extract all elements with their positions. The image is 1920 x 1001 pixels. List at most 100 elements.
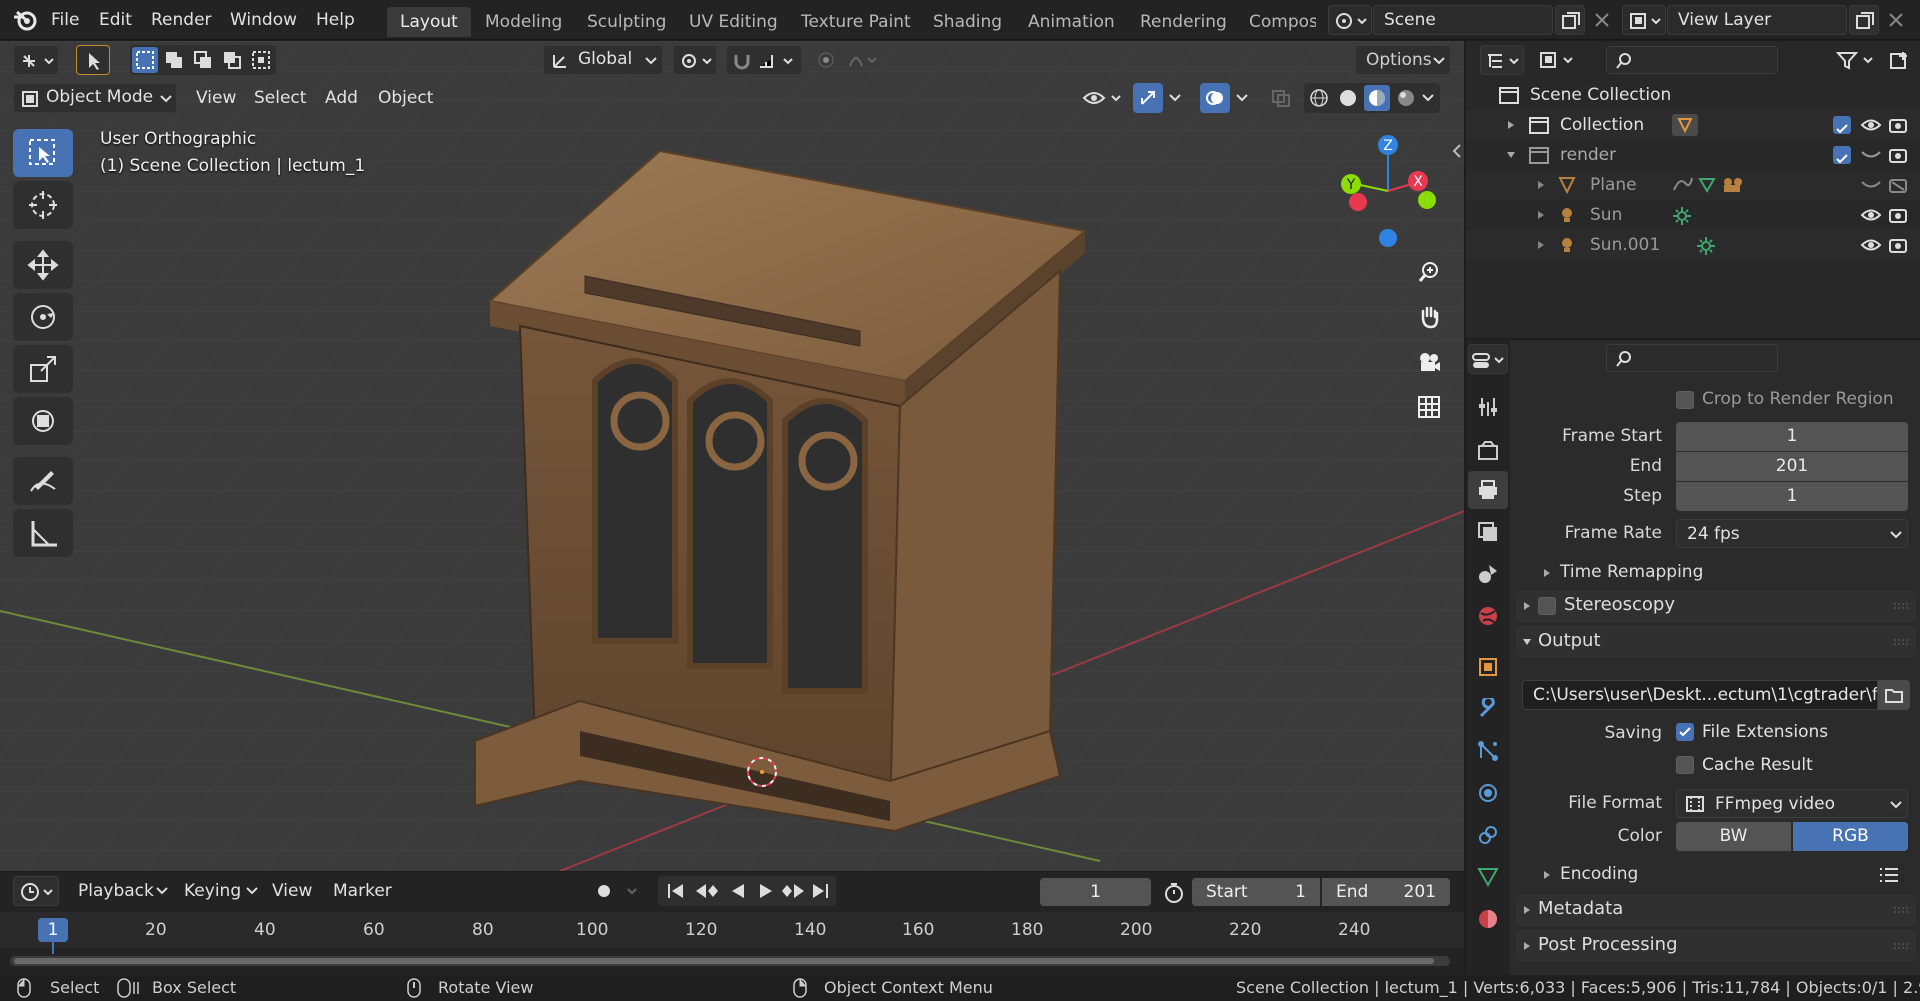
expand-arrow-icon[interactable] <box>1536 180 1546 190</box>
timeline-marker-menu[interactable]: Marker <box>323 876 402 906</box>
playhead[interactable]: 1 <box>38 918 68 942</box>
playback-menu[interactable]: Playback <box>68 876 172 906</box>
properties-editor-type-button[interactable] <box>1468 344 1508 374</box>
frame-start-field[interactable]: 1 <box>1676 422 1908 451</box>
rendered-shading-button[interactable] <box>1393 85 1419 111</box>
outliner-row-render[interactable]: render <box>1466 140 1920 170</box>
material-shading-button[interactable] <box>1364 85 1390 111</box>
blender-logo-icon[interactable] <box>12 8 38 32</box>
expand-arrow-icon[interactable] <box>1536 210 1546 220</box>
3d-viewport[interactable]: Z X Y Global Options Object Mode View Se… <box>0 41 1464 871</box>
render-camera-icon[interactable] <box>1888 236 1908 254</box>
tab-animation[interactable]: Animation <box>1015 7 1128 37</box>
options-dropdown[interactable]: Options <box>1355 45 1451 75</box>
tab-uv-editing[interactable]: UV Editing <box>676 7 791 37</box>
play-reverse-icon[interactable] <box>728 882 748 900</box>
jump-end-icon[interactable] <box>810 882 830 900</box>
solid-shading-button[interactable] <box>1335 85 1361 111</box>
new-scene-button[interactable] <box>1555 5 1585 35</box>
next-keyframe-icon[interactable] <box>780 882 806 900</box>
post-processing-panel-header[interactable]: Post Processing <box>1516 930 1916 962</box>
view-layer-type-button[interactable] <box>1622 5 1666 35</box>
eye-closed-icon[interactable] <box>1860 179 1882 191</box>
filter-dropdown[interactable] <box>1832 45 1878 75</box>
jump-start-icon[interactable] <box>666 882 686 900</box>
pan-button[interactable] <box>1410 298 1448 336</box>
crop-to-render-region-row[interactable]: Crop to Render Region <box>1676 388 1916 412</box>
viewport-menu-add[interactable]: Add <box>315 83 368 113</box>
outliner-row-collection[interactable]: Collection <box>1466 110 1920 140</box>
snap-group[interactable] <box>726 45 802 75</box>
sidebar-toggle[interactable] <box>1451 141 1463 161</box>
eye-icon[interactable] <box>1860 237 1882 253</box>
collection-mesh-badge[interactable] <box>1672 114 1698 136</box>
start-frame-field[interactable]: Start 1 <box>1192 878 1320 906</box>
lectern-model[interactable] <box>474 149 1088 833</box>
tab-scene[interactable] <box>1468 555 1508 593</box>
tab-layout[interactable]: Layout <box>387 7 471 37</box>
color-bw-button[interactable]: BW <box>1676 822 1791 851</box>
keying-menu[interactable]: Keying <box>174 876 264 906</box>
annotate-tool[interactable] <box>13 457 73 505</box>
tab-data[interactable] <box>1468 858 1508 896</box>
visibility-dropdown[interactable] <box>1080 83 1126 113</box>
select-extend-button[interactable] <box>161 47 187 73</box>
viewport-menu-view[interactable]: View <box>186 83 246 113</box>
outliner-row-sun[interactable]: Sun <box>1466 200 1920 230</box>
output-path-input[interactable]: C:\Users\user\Deskt...ectum\1\cgtrader\f… <box>1522 680 1878 710</box>
expand-arrow-icon[interactable] <box>1536 240 1546 250</box>
tab-material[interactable] <box>1468 900 1508 938</box>
menu-edit[interactable]: Edit <box>99 0 132 40</box>
display-mode-dropdown[interactable] <box>1534 45 1580 75</box>
exclude-checkbox[interactable] <box>1833 116 1851 134</box>
gizmo-toggle-group[interactable] <box>1133 83 1189 113</box>
eye-icon[interactable] <box>1860 207 1882 223</box>
new-view-layer-button[interactable] <box>1849 5 1879 35</box>
gizmo-neg-z-axis[interactable] <box>1379 229 1397 247</box>
drag-handle-icon[interactable] <box>1894 602 1910 610</box>
tab-rendering[interactable]: Rendering <box>1127 7 1240 37</box>
tab-shading[interactable]: Shading <box>920 7 1015 37</box>
frame-end-field[interactable]: 201 <box>1676 452 1908 481</box>
file-extensions-row[interactable]: File Extensions <box>1676 720 1908 746</box>
auto-keying-group[interactable] <box>590 876 650 906</box>
frame-step-field[interactable]: 1 <box>1676 482 1908 511</box>
move-tool[interactable] <box>13 241 73 289</box>
timeline-scrollbar[interactable] <box>10 956 1450 966</box>
end-frame-field[interactable]: End 201 <box>1322 878 1450 906</box>
scene-type-button[interactable] <box>1328 5 1372 35</box>
render-camera-icon[interactable] <box>1888 206 1908 224</box>
menu-file[interactable]: File <box>51 0 79 40</box>
properties-search-input[interactable] <box>1606 344 1778 372</box>
gizmo-neg-y-axis[interactable] <box>1418 191 1436 209</box>
expand-arrow-icon[interactable] <box>1506 120 1516 130</box>
frame-rate-dropdown[interactable]: 24 fps <box>1676 519 1908 548</box>
time-remapping-subpanel[interactable]: Time Remapping <box>1538 558 1908 588</box>
menu-help[interactable]: Help <box>316 0 355 40</box>
tab-compositing[interactable]: Compos <box>1236 7 1316 37</box>
outliner-row-scene-collection[interactable]: Scene Collection <box>1466 80 1920 110</box>
preview-range-toggle[interactable] <box>1160 878 1188 906</box>
zoom-button[interactable] <box>1410 253 1448 291</box>
gizmo-neg-x-axis[interactable] <box>1349 193 1367 211</box>
stereoscopy-panel-header[interactable]: Stereoscopy <box>1516 590 1916 622</box>
current-frame-field[interactable]: 1 <box>1040 878 1151 906</box>
rotate-tool[interactable] <box>13 293 73 341</box>
file-extensions-checkbox[interactable] <box>1676 723 1694 741</box>
scene-selector[interactable]: Scene <box>1373 5 1553 35</box>
tab-sculpting[interactable]: Sculpting <box>574 7 679 37</box>
viewport-menu-select[interactable]: Select <box>244 83 316 113</box>
color-rgb-button[interactable]: RGB <box>1793 822 1908 851</box>
menu-window[interactable]: Window <box>230 0 297 40</box>
select-invert-button[interactable] <box>219 47 245 73</box>
gizmo-toggle-button[interactable] <box>1133 83 1163 113</box>
perspective-toggle-button[interactable] <box>1410 388 1448 426</box>
transform-tool[interactable] <box>13 397 73 445</box>
output-panel-header[interactable]: Output <box>1516 626 1916 658</box>
overlay-toggle-button[interactable] <box>1200 83 1230 113</box>
new-collection-button[interactable] <box>1884 45 1914 75</box>
frame-ruler[interactable]: 1 20 40 60 80 100 120 140 160 180 200 22… <box>0 912 1464 954</box>
object-mode-dropdown[interactable]: Object Mode <box>13 83 177 113</box>
viewport-menu-object[interactable]: Object <box>368 83 443 113</box>
cache-result-row[interactable]: Cache Result <box>1676 753 1908 779</box>
